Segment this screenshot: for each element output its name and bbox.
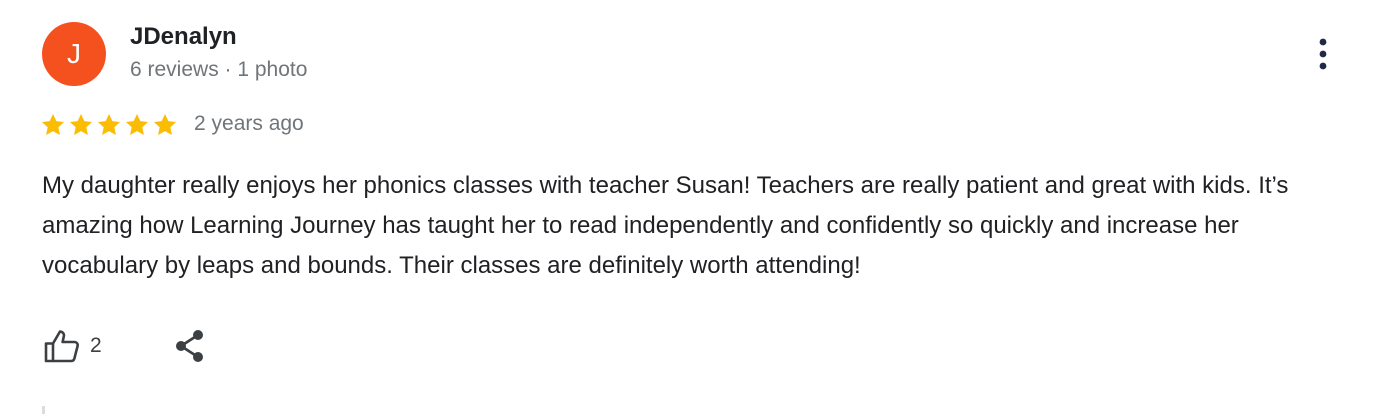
more-vert-icon [1319, 38, 1327, 70]
review-date: 2 years ago [194, 112, 304, 135]
star-icon [41, 113, 65, 135]
like-count: 2 [90, 334, 102, 357]
review-text: My daughter really enjoys her phonics cl… [42, 172, 1289, 279]
author-name[interactable]: JDenalyn [130, 23, 237, 51]
author-meta: 6 reviews · 1 photo [130, 58, 308, 81]
review-card: J JDenalyn 6 reviews · 1 photo 2 years a… [0, 0, 1380, 414]
like-button[interactable]: 2 [42, 326, 102, 366]
share-button[interactable] [170, 326, 210, 366]
star-icon [97, 113, 121, 135]
divider [42, 406, 45, 414]
avatar[interactable]: J [42, 22, 106, 86]
star-icon [125, 113, 149, 135]
star-icon [69, 113, 93, 135]
thumbs-up-icon [44, 330, 79, 363]
star-icon [153, 113, 177, 135]
star-rating [40, 112, 178, 138]
more-options-button[interactable] [1304, 34, 1342, 74]
share-icon [176, 330, 203, 362]
